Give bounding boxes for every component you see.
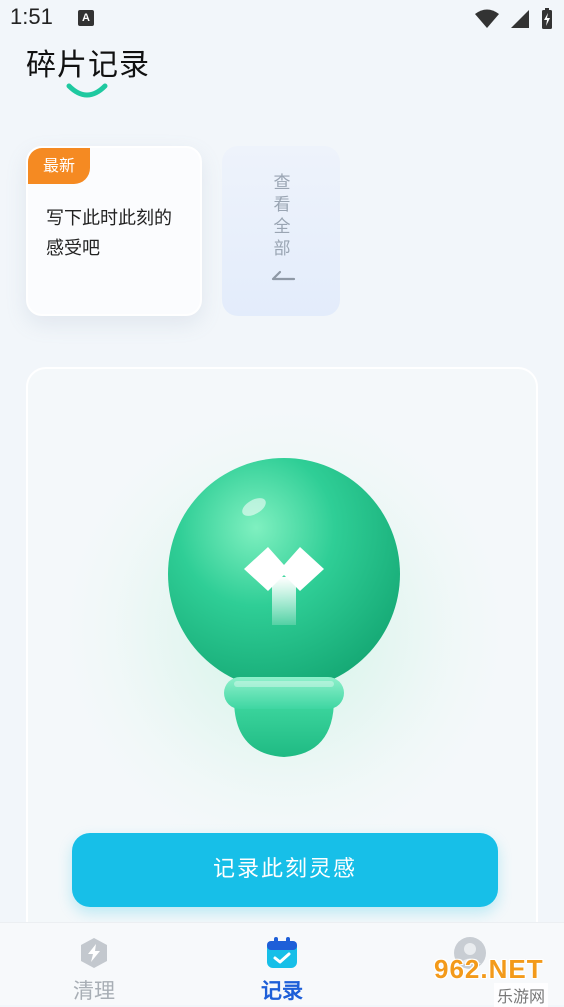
bolt-icon [81,938,107,968]
record-inspiration-button[interactable]: 记录此刻灵感 [72,833,498,907]
view-all-label: 查看全部 [273,173,291,259]
nav-label-record: 记录 [261,979,303,1003]
watermark-logo: 962.NET 乐游网 [424,948,564,1007]
lightbulb-icon [44,389,524,849]
nav-item-clean[interactable]: 清理 [34,923,154,1005]
watermark-text: 962.NET [434,954,544,984]
wifi-icon [474,9,499,28]
view-all-button[interactable]: 查看全部 [222,146,340,316]
status-time: 1:51 [10,4,53,29]
notification-a-icon: A [78,10,94,26]
battery-icon [542,8,552,29]
latest-note-card[interactable]: 最新 写下此时此刻的感受吧 [26,146,202,316]
signal-icon [510,10,529,28]
status-icons [470,8,554,30]
main-panel: 记录此刻灵感 [26,367,538,967]
status-bar: 1:51 A [0,0,564,38]
nav-label-clean: 清理 [73,979,115,1003]
arrow-left-icon [271,270,296,281]
nav-item-record[interactable]: 记录 [222,923,342,1005]
latest-badge: 最新 [28,148,90,184]
title-underline-decoration [66,83,108,98]
note-text: 写下此时此刻的感受吧 [46,208,172,259]
page-title: 碎片记录 [26,48,150,83]
watermark-subtext: 乐游网 [494,983,549,1007]
calendar-check-icon [267,937,297,968]
